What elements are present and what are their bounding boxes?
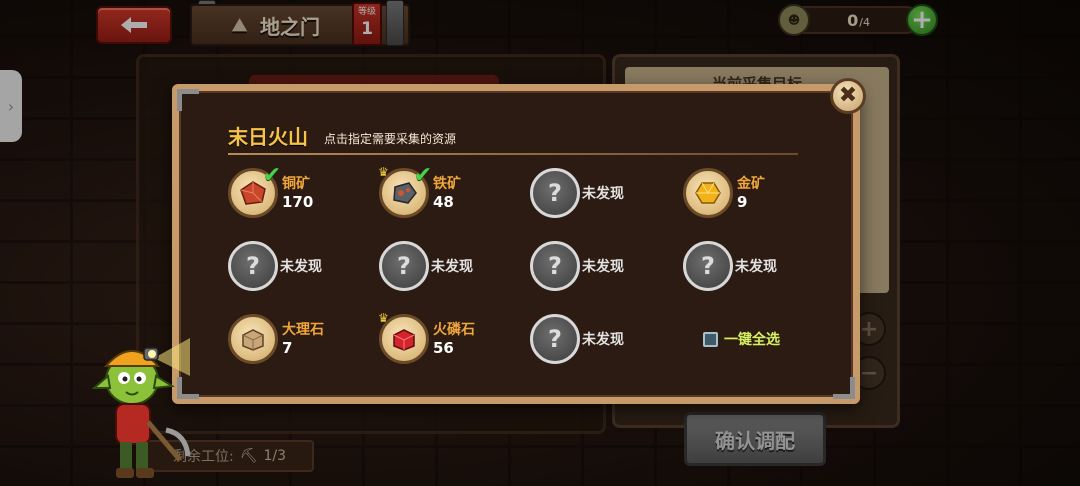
question-mark-icon: ?: [530, 241, 580, 291]
resource-undiscovered: ? 未发现: [228, 238, 368, 294]
undiscovered-label: 未发现: [735, 259, 777, 275]
resource-name: 铜矿: [282, 176, 310, 192]
copper-ore-icon: ✔: [228, 163, 281, 218]
resource-count: 48: [433, 193, 454, 211]
resource-name: 铁矿: [433, 176, 461, 192]
resource-name: 大理石: [282, 322, 324, 338]
resource-copper[interactable]: ✔ 铜矿 170: [228, 163, 368, 221]
dialog-title: 末日火山: [228, 125, 308, 149]
undiscovered-label: 未发现: [582, 332, 624, 348]
resource-name: 火磷石: [433, 322, 475, 338]
resource-undiscovered: ? 未发现: [530, 165, 670, 221]
gold-ore-icon: [683, 168, 733, 218]
resource-iron[interactable]: ♛ ✔ 铁矿 48: [378, 163, 519, 221]
select-all-toggle[interactable]: 一键全选: [703, 329, 780, 349]
resource-count: 7: [282, 339, 293, 357]
frame-corner: [177, 89, 199, 111]
select-all-label: 一键全选: [724, 332, 780, 348]
resource-gold[interactable]: 金矿 9: [683, 165, 823, 221]
undiscovered-label: 未发现: [431, 259, 473, 275]
marble-block-icon: [242, 329, 264, 351]
goblin-miner-mascot: [92, 338, 191, 478]
resource-undiscovered: ? 未发现: [530, 238, 670, 294]
resource-undiscovered: ? 未发现: [379, 238, 519, 294]
crown-icon: ♛: [378, 165, 389, 179]
question-mark-icon: ?: [228, 241, 278, 291]
gold-gem-icon: [695, 182, 721, 204]
question-mark-icon: ?: [683, 241, 733, 291]
iron-ore-icon: ♛ ✔: [378, 163, 432, 218]
undiscovered-label: 未发现: [582, 186, 624, 202]
frame-corner: [833, 377, 855, 399]
undiscovered-label: 未发现: [582, 259, 624, 275]
question-mark-icon: ?: [530, 168, 580, 218]
resource-count: 9: [737, 193, 748, 211]
select-all-checkbox[interactable]: [703, 331, 718, 347]
close-dialog-button[interactable]: ✖: [830, 78, 866, 114]
resource-undiscovered: ? 未发现: [683, 238, 823, 294]
title-divider: [228, 153, 798, 155]
phosphorite-gem-icon: [393, 329, 415, 351]
resource-name: 金矿: [737, 176, 765, 192]
check-icon: ✔: [262, 163, 281, 188]
undiscovered-label: 未发现: [280, 259, 322, 275]
resource-phosphorite[interactable]: ♛ 火磷石 56: [378, 311, 519, 367]
dialog-body: 末日火山 点击指定需要采集的资源 ✔ 铜矿 170 ♛ ✔ 铁矿 48 ? 未发…: [177, 89, 855, 399]
resource-count: 56: [433, 339, 454, 357]
resource-select-dialog: 末日火山 点击指定需要采集的资源 ✔ 铜矿 170 ♛ ✔ 铁矿 48 ? 未发…: [172, 84, 860, 404]
phosphorite-icon: ♛: [378, 311, 429, 364]
question-mark-icon: ?: [530, 314, 580, 364]
check-icon: ✔: [413, 163, 432, 188]
resource-count: 170: [282, 193, 314, 211]
marble-icon: [228, 314, 278, 364]
dialog-subtitle: 点击指定需要采集的资源: [324, 132, 457, 146]
crown-icon: ♛: [378, 311, 389, 325]
resource-undiscovered: ? 未发现: [530, 311, 670, 367]
resource-marble[interactable]: 大理石 7: [228, 311, 368, 367]
question-mark-icon: ?: [379, 241, 429, 291]
